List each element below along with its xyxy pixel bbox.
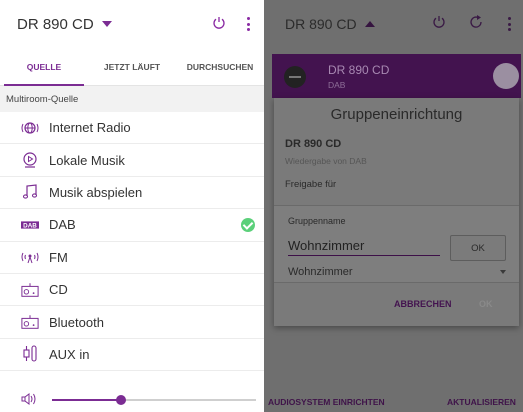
- fm-icon: [21, 249, 39, 265]
- internet-radio-icon: [21, 120, 39, 136]
- group-setup-dialog: Gruppeneinrichtung DR 890 CD Wiedergabe …: [274, 98, 519, 326]
- power-icon[interactable]: [432, 15, 446, 29]
- dialog-device-name: DR 890 CD: [285, 138, 342, 150]
- dropdown-arrow-icon: [500, 270, 506, 274]
- source-item-aux-in[interactable]: AUX in: [0, 339, 264, 372]
- volume-fill: [52, 399, 122, 401]
- share-label: Freigabe für: [285, 179, 337, 190]
- device-bar-source: DAB: [328, 80, 346, 90]
- dab-icon: DAB: [21, 217, 39, 233]
- confirm-button[interactable]: OK: [479, 299, 493, 309]
- refresh-button[interactable]: AKTUALISIEREN: [447, 397, 516, 407]
- dialog-device-source: Wiedergabe von DAB: [285, 156, 367, 166]
- group-name-form: Gruppenname OK Wohnzimmer: [274, 205, 519, 283]
- device-header: DR 890 CD: [0, 0, 264, 48]
- speaker-volume-icon: [21, 393, 36, 405]
- selected-check-icon: [241, 218, 255, 233]
- source-label: DAB: [49, 217, 76, 233]
- device-title[interactable]: DR 890 CD: [17, 16, 94, 33]
- group-name-input[interactable]: [288, 236, 440, 256]
- chevron-down-icon[interactable]: [101, 21, 112, 27]
- tab-durchsuchen[interactable]: DURCHSUCHEN: [176, 48, 264, 85]
- device-bar[interactable]: DR 890 CD DAB: [272, 54, 521, 98]
- more-options-icon[interactable]: [247, 17, 251, 31]
- source-item-lokale-musik[interactable]: Lokale Musik: [0, 144, 264, 177]
- source-item-cd[interactable]: CD: [0, 274, 264, 307]
- setup-audio-system-button[interactable]: AUDIOSYSTEM EINRICHTEN: [268, 397, 385, 407]
- tab-quelle[interactable]: QUELLE: [0, 48, 88, 86]
- volume-slider[interactable]: [52, 395, 256, 405]
- group-name-select[interactable]: Wohnzimmer: [288, 266, 508, 282]
- footer-actions: AUDIOSYSTEM EINRICHTEN AKTUALISIEREN: [264, 394, 523, 412]
- bluetooth-icon: [21, 314, 39, 330]
- power-icon[interactable]: [212, 16, 226, 30]
- svg-text:DAB: DAB: [23, 222, 37, 229]
- cd-icon: [21, 282, 39, 298]
- source-label: CD: [49, 282, 68, 298]
- source-label: FM: [49, 249, 68, 265]
- local-music-icon: [21, 152, 39, 168]
- source-item-internet-radio[interactable]: Internet Radio: [0, 112, 264, 145]
- section-header: Multiroom-Quelle: [0, 86, 264, 112]
- source-label: Bluetooth: [49, 314, 104, 330]
- source-list: Internet Radio Lokale Musik Musik abspie…: [0, 112, 264, 372]
- group-name-label: Gruppenname: [288, 216, 346, 226]
- tab-jetzt-laeuft[interactable]: JETZT LÄUFT: [88, 48, 176, 85]
- device-header-right: DR 890 CD: [264, 0, 523, 48]
- device-bar-name: DR 890 CD: [328, 63, 390, 77]
- source-label: AUX in: [49, 346, 90, 362]
- dialog-actions: ABBRECHEN OK: [274, 294, 519, 320]
- group-name-select-value: Wohnzimmer: [288, 266, 353, 278]
- group-refresh-icon[interactable]: [468, 14, 484, 30]
- speaker-device-icon: [284, 66, 306, 88]
- source-item-bluetooth[interactable]: Bluetooth: [0, 306, 264, 339]
- group-name-ok-button[interactable]: OK: [450, 235, 506, 261]
- more-options-icon[interactable]: [508, 17, 512, 31]
- tab-bar: QUELLE JETZT LÄUFT DURCHSUCHEN: [0, 48, 264, 86]
- source-item-dab[interactable]: DAB DAB: [0, 209, 264, 242]
- add-group-icon[interactable]: [493, 63, 519, 89]
- source-panel: DR 890 CD QUELLE JETZT LÄUFT DURCHSUCHEN…: [0, 0, 264, 412]
- source-label: Lokale Musik: [49, 152, 125, 168]
- aux-in-icon: [21, 345, 39, 362]
- cancel-button[interactable]: ABBRECHEN: [394, 299, 452, 309]
- source-item-musik-abspielen[interactable]: Musik abspielen: [0, 177, 264, 210]
- source-label: Musik abspielen: [49, 184, 143, 200]
- dialog-body: DR 890 CD Wiedergabe von DAB Freigabe fü…: [274, 138, 519, 201]
- volume-thumb[interactable]: [116, 395, 127, 405]
- chevron-up-icon[interactable]: [364, 21, 375, 27]
- group-panel-overlay: DR 890 CD DR 890 CD DAB Gruppeneinrichtu…: [264, 0, 523, 412]
- dialog-title: Gruppeneinrichtung: [330, 106, 463, 123]
- source-item-fm[interactable]: FM: [0, 242, 264, 274]
- music-note-icon: [21, 184, 39, 200]
- device-title-right[interactable]: DR 890 CD: [285, 16, 357, 32]
- source-label: Internet Radio: [49, 120, 131, 136]
- volume-control: [0, 384, 264, 412]
